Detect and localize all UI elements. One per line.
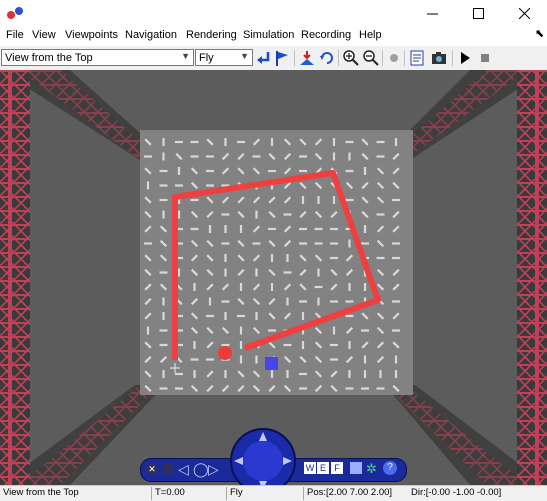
title-bar (0, 0, 547, 26)
viewpoint-list-icon[interactable] (350, 462, 362, 474)
truss-wall-right (517, 70, 547, 485)
robot[interactable] (218, 346, 232, 360)
toolbar: View from the Top ▼ Fly ▼ (0, 46, 547, 71)
maximize-button[interactable] (455, 0, 501, 26)
status-divider (226, 487, 227, 500)
menu-recording[interactable]: Recording (301, 29, 351, 41)
chevron-down-icon: ▼ (240, 51, 249, 61)
flag-icon[interactable] (273, 49, 291, 67)
arena-floor (140, 130, 413, 395)
scene-canvas[interactable] (0, 70, 547, 485)
status-bar: View from the Top T=0.00 Fly Pos:[2.00 7… (0, 485, 547, 501)
menu-rendering[interactable]: Rendering (186, 29, 237, 41)
status-time: T=0.00 (155, 487, 185, 498)
zoom-out-icon[interactable] (362, 49, 380, 67)
viewpoint-select-value: View from the Top (5, 52, 93, 64)
menu-file[interactable]: File (6, 29, 24, 41)
arrow-right-icon[interactable]: ▷ (208, 461, 219, 478)
menu-overflow-icon[interactable]: ⬉ (535, 27, 544, 40)
close-button[interactable] (501, 0, 547, 26)
viewpoint-select[interactable]: View from the Top ▼ (1, 49, 194, 66)
zoom-in-icon[interactable] (342, 49, 360, 67)
refresh-icon[interactable] (318, 49, 336, 67)
return-arrow-icon[interactable] (255, 49, 273, 67)
navigation-mode-select[interactable]: Fly ▼ (195, 49, 253, 66)
status-viewpoint: View from the Top (3, 487, 79, 498)
app-logo-icon (7, 7, 23, 19)
minimize-button[interactable] (409, 0, 455, 26)
object-icon[interactable] (298, 49, 316, 67)
navigation-compass[interactable] (228, 426, 298, 485)
arrow-left-icon[interactable]: ◁ (178, 461, 189, 478)
walk-icon[interactable]: W (304, 462, 316, 474)
close-icon[interactable]: ✕ (146, 463, 158, 475)
fly-icon[interactable]: F (331, 462, 343, 474)
headlight-icon[interactable]: ✲ (366, 461, 377, 477)
status-divider (151, 487, 152, 500)
target-marker[interactable] (265, 357, 278, 370)
chevron-down-icon: ▼ (181, 51, 190, 61)
menu-view[interactable]: View (32, 29, 56, 41)
camera-icon[interactable] (430, 49, 448, 67)
truss-post (535, 70, 539, 485)
status-direction: Dir:[-0.00 -1.00 -0.00] (411, 487, 502, 498)
toolbar-separator (338, 50, 339, 66)
help-icon[interactable]: ? (383, 461, 397, 475)
record-dot-icon[interactable] (385, 49, 403, 67)
toolbar-separator (404, 50, 405, 66)
menu-navigation[interactable]: Navigation (125, 29, 177, 41)
lock-icon[interactable] (162, 463, 174, 475)
maximize-icon (472, 7, 484, 19)
stop-icon[interactable] (476, 49, 494, 67)
toolbar-separator (382, 50, 383, 66)
menu-bar: File View Viewpoints Navigation Renderin… (0, 26, 547, 46)
menu-help[interactable]: Help (359, 29, 382, 41)
toolbar-separator (294, 50, 295, 66)
report-icon[interactable] (408, 49, 426, 67)
toolbar-separator (452, 50, 453, 66)
play-icon[interactable] (456, 49, 474, 67)
3d-viewport[interactable]: ✕ ◁ ◯ ▷ W E F ✲ ? (0, 70, 547, 485)
close-icon (518, 7, 530, 19)
status-position: Pos:[2.00 7.00 2.00] (307, 487, 393, 498)
examine-icon[interactable]: E (317, 462, 329, 474)
minimize-icon (426, 13, 438, 14)
status-mode: Fly (230, 487, 243, 498)
status-divider (303, 487, 304, 500)
orbit-icon[interactable]: ◯ (193, 461, 209, 478)
truss-post (8, 70, 12, 485)
menu-viewpoints[interactable]: Viewpoints (65, 29, 118, 41)
navigation-mode-value: Fly (199, 52, 214, 64)
truss-wall-left (0, 70, 30, 485)
menu-simulation[interactable]: Simulation (243, 29, 294, 41)
